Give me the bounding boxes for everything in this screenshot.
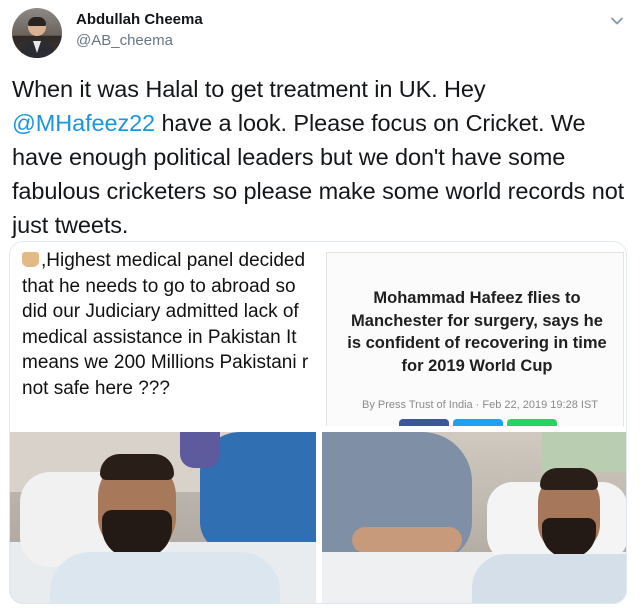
hospital-gown (50, 552, 280, 603)
chevron-down-icon[interactable] (608, 12, 626, 30)
patient-beard (102, 510, 172, 558)
avatar[interactable] (12, 8, 62, 58)
visitor-arm (352, 527, 462, 553)
twitter-share-icon: t (453, 419, 503, 426)
media-caption-image[interactable]: ,Highest medical panel decided that he n… (10, 242, 316, 426)
caption-body: ,Highest medical panel decided that he n… (22, 250, 309, 399)
news-byline: By Press Trust of India · Feb 22, 2019 1… (335, 399, 625, 411)
facebook-share-icon: f (399, 419, 449, 426)
news-source: By Press Trust of India (361, 399, 473, 411)
media-grid[interactable]: ,Highest medical panel decided that he n… (9, 241, 627, 604)
whatsapp-share-icon: w (507, 419, 557, 426)
hospital-photo-left[interactable] (10, 432, 316, 603)
user-handle[interactable]: @AB_cheema (76, 32, 173, 49)
patient-hair (100, 454, 174, 480)
news-card: Mohammad Hafeez flies to Manchester for … (326, 252, 624, 426)
tweet-text-start: When it was Halal to get treatment in UK… (12, 76, 486, 102)
mention-link[interactable]: @MHafeez22 (12, 110, 155, 136)
caption-text: ,Highest medical panel decided that he n… (22, 248, 312, 401)
share-row: f t w (399, 419, 557, 426)
hospital-gown-right (472, 554, 626, 603)
news-headline: Mohammad Hafeez flies to Manchester for … (347, 289, 607, 375)
display-name[interactable]: Abdullah Cheema (76, 11, 203, 28)
hand-emoji-icon (22, 252, 39, 267)
patient-hair-right (540, 468, 598, 490)
news-date: · Feb 22, 2019 19:28 IST (475, 399, 599, 411)
nurse-hands (180, 432, 220, 468)
tweet-card: Abdullah Cheema @AB_cheema When it was H… (0, 0, 640, 616)
window (542, 432, 626, 472)
avatar-hair (28, 17, 46, 26)
tweet-text: When it was Halal to get treatment in UK… (12, 72, 632, 242)
hospital-photo-right[interactable] (322, 432, 626, 603)
media-news-image[interactable]: Mohammad Hafeez flies to Manchester for … (322, 242, 626, 426)
